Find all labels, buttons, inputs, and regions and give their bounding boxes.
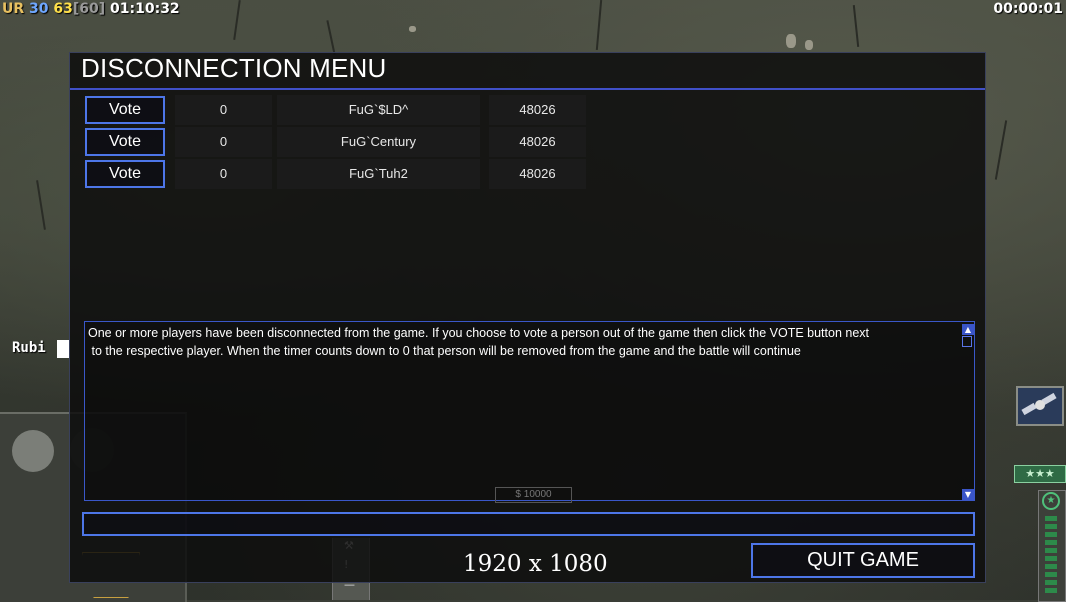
player-ping: 48026: [489, 159, 586, 189]
power-bar-segment: [1045, 524, 1057, 529]
vote-button[interactable]: Vote: [85, 96, 165, 124]
text-cursor: [57, 340, 69, 358]
scroll-up-arrow-icon[interactable]: ▲: [962, 324, 974, 335]
terrain-rock: [805, 40, 813, 50]
vote-count: 0: [175, 159, 272, 189]
resolution-label: 1920 x 1080: [463, 551, 608, 577]
power-bar-segment: [1045, 548, 1057, 553]
vote-count: 0: [175, 95, 272, 125]
message-text: One or more players have been disconnect…: [88, 324, 962, 360]
game-clock: 01:10:32: [110, 1, 180, 17]
power-bar-segment: [1045, 572, 1057, 577]
hud-stats: UR 30 63[60] 01:10:32: [2, 1, 180, 17]
satellite-icon-graphic: [1021, 392, 1057, 416]
player-ping: 48026: [489, 95, 586, 125]
rank-stars-icon: ★★★: [1014, 465, 1066, 483]
message-line: One or more players have been disconnect…: [88, 326, 870, 340]
power-bar-segment: [1045, 580, 1057, 585]
player-name: FuG`$LD^: [277, 95, 480, 125]
satellite-icon[interactable]: [1016, 386, 1064, 426]
faction-label: UR: [2, 1, 25, 17]
power-bar-segment: [1045, 516, 1057, 521]
minimap-terrain-marker: [12, 430, 54, 472]
power-bar-segment: [1045, 532, 1057, 537]
power-bar-segment: [1045, 564, 1057, 569]
hud-value-b: 63: [53, 1, 73, 17]
vote-button[interactable]: Vote: [85, 128, 165, 156]
general-star-icon[interactable]: ★: [1042, 492, 1060, 510]
message-line: to the respective player. When the timer…: [88, 344, 801, 358]
chat-input[interactable]: [82, 512, 975, 536]
hud-value-c: [60]: [72, 1, 106, 17]
dialog-title: DISCONNECTION MENU: [81, 53, 387, 83]
quit-game-button[interactable]: QUIT GAME: [751, 543, 975, 578]
power-bar-segment: [1045, 588, 1057, 593]
terrain-rock: [786, 34, 796, 48]
countdown-timer: 00:00:01: [993, 1, 1063, 17]
scroll-down-arrow-icon[interactable]: ▼: [962, 489, 974, 500]
player-name-tag: Rubi: [12, 340, 46, 356]
hud-value-a: 30: [29, 1, 49, 17]
power-bar-segment: [1045, 540, 1057, 545]
scroll-thumb[interactable]: [962, 336, 972, 347]
terrain-rock: [409, 26, 416, 32]
message-scrollbar[interactable]: [961, 322, 974, 500]
title-divider: [70, 88, 985, 90]
vote-count: 0: [175, 127, 272, 157]
vote-button[interactable]: Vote: [85, 160, 165, 188]
player-name: FuG`Tuh2: [277, 159, 480, 189]
player-name: FuG`Century: [277, 127, 480, 157]
power-bar-segment: [1045, 556, 1057, 561]
money-display: $ 10000: [495, 487, 572, 503]
player-ping: 48026: [489, 127, 586, 157]
